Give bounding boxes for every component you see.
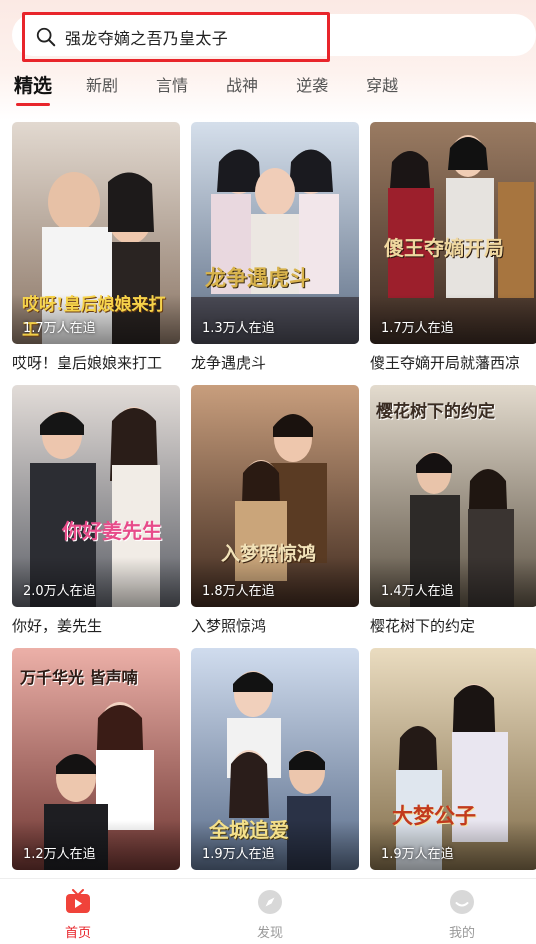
- category-tabs: 精选 新剧 言情 战神 逆袭 穿越: [0, 72, 536, 106]
- drama-card[interactable]: 哎呀!皇后娘娘来打工 1.7万人在追 哎呀！皇后娘娘来打工: [12, 122, 180, 373]
- tv-icon: [66, 889, 90, 913]
- drama-poster[interactable]: 哎呀!皇后娘娘来打工 1.7万人在追: [12, 122, 180, 344]
- nav-label: 发现: [256, 926, 283, 941]
- follower-count: 2.0万人在追: [23, 584, 96, 599]
- drama-poster[interactable]: 龙争遇虎斗 1.3万人在追: [191, 122, 359, 344]
- poster-title-art: 全城追爱: [209, 818, 289, 842]
- drama-poster[interactable]: 傻王夺嫡开局 1.7万人在追: [370, 122, 536, 344]
- search-input[interactable]: 强龙夺嫡之吾乃皇太子: [22, 12, 330, 62]
- poster-title-art: 樱花树下的约定: [376, 402, 495, 422]
- tab-time-travel[interactable]: 穿越: [366, 72, 398, 100]
- drama-card[interactable]: 万千华光 皆声喃 1.2万人在追: [12, 648, 180, 878]
- tab-romance[interactable]: 言情: [156, 72, 188, 100]
- nav-home[interactable]: 首页: [48, 879, 108, 944]
- drama-poster[interactable]: 万千华光 皆声喃 1.2万人在追: [12, 648, 180, 870]
- drama-card[interactable]: 龙争遇虎斗 1.3万人在追 龙争遇虎斗: [191, 122, 359, 373]
- poster-title-art: 万千华光 皆声喃: [20, 668, 138, 687]
- drama-title[interactable]: 入梦照惊鸿: [191, 615, 359, 636]
- follower-count: 1.2万人在追: [23, 847, 96, 862]
- drama-card[interactable]: 樱花树下的约定 1.4万人在追 樱花树下的约定: [370, 385, 536, 636]
- nav-label: 我的: [448, 926, 475, 941]
- drama-title[interactable]: 傻王夺嫡开局就藩西凉: [370, 352, 536, 373]
- bottom-nav: 首页 发现 我的: [0, 878, 536, 944]
- drama-poster[interactable]: 大梦公子 1.9万人在追: [370, 648, 536, 870]
- drama-card[interactable]: 入梦照惊鸿 1.8万人在追 入梦照惊鸿: [191, 385, 359, 636]
- poster-title-art: 你好姜先生: [62, 519, 162, 543]
- poster-title-art: 入梦照惊鸿: [221, 543, 317, 565]
- tab-war-god[interactable]: 战神: [226, 72, 258, 100]
- drama-poster[interactable]: 你好姜先生 2.0万人在追: [12, 385, 180, 607]
- drama-card[interactable]: 傻王夺嫡开局 1.7万人在追 傻王夺嫡开局就藩西凉: [370, 122, 536, 373]
- drama-title[interactable]: 你好，姜先生: [12, 615, 180, 636]
- follower-count: 1.9万人在追: [202, 847, 275, 862]
- drama-poster[interactable]: 樱花树下的约定 1.4万人在追: [370, 385, 536, 607]
- drama-poster[interactable]: 入梦照惊鸿 1.8万人在追: [191, 385, 359, 607]
- tab-featured[interactable]: 精选: [14, 72, 52, 106]
- follower-count: 1.4万人在追: [381, 584, 454, 599]
- drama-title[interactable]: 哎呀！皇后娘娘来打工: [12, 352, 180, 373]
- drama-card[interactable]: 全城追爱 1.9万人在追: [191, 648, 359, 878]
- drama-card[interactable]: 你好姜先生 2.0万人在追 你好，姜先生: [12, 385, 180, 636]
- poster-title-art: 大梦公子: [392, 803, 476, 828]
- compass-icon: [258, 890, 282, 914]
- tab-new[interactable]: 新剧: [86, 72, 118, 100]
- search-query: 强龙夺嫡之吾乃皇太子: [65, 29, 229, 48]
- tab-comeback[interactable]: 逆袭: [296, 72, 328, 100]
- poster-title-art: 龙争遇虎斗: [205, 265, 310, 290]
- drama-title[interactable]: 樱花树下的约定: [370, 615, 536, 636]
- drama-card[interactable]: 大梦公子 1.9万人在追: [370, 648, 536, 878]
- drama-poster[interactable]: 全城追爱 1.9万人在追: [191, 648, 359, 870]
- poster-title-art: 傻王夺嫡开局: [384, 236, 504, 260]
- drama-title[interactable]: 龙争遇虎斗: [191, 352, 359, 373]
- follower-count: 1.8万人在追: [202, 584, 275, 599]
- user-icon: [450, 890, 474, 914]
- nav-profile[interactable]: 我的: [432, 879, 492, 944]
- nav-discover[interactable]: 发现: [240, 879, 300, 944]
- follower-count: 1.3万人在追: [202, 321, 275, 336]
- search-icon: [36, 27, 56, 47]
- follower-count: 1.9万人在追: [381, 847, 454, 862]
- follower-count: 1.7万人在追: [23, 321, 96, 336]
- follower-count: 1.7万人在追: [381, 321, 454, 336]
- nav-label: 首页: [64, 926, 91, 941]
